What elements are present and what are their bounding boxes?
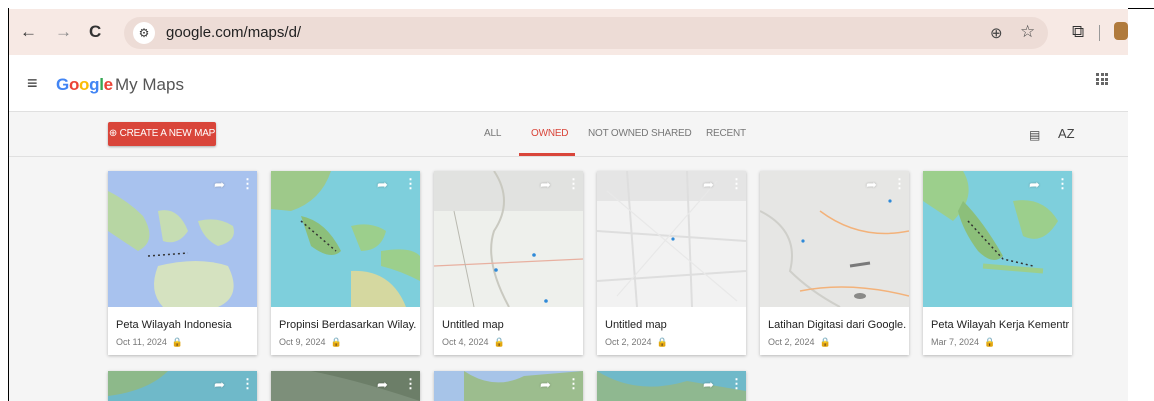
map-thumbnail [271,371,420,401]
map-card[interactable]: ➦ ⋮ [434,371,583,401]
more-options-icon[interactable]: ⋮ [567,176,580,192]
extensions-icon[interactable]: ⧉ [1072,22,1084,42]
site-info-icon[interactable]: ⚙ [133,22,155,44]
tab-all[interactable]: ALL [484,128,501,139]
map-card[interactable]: ➦ ⋮ Peta Wilayah Indonesia Oct 11, 2024 🔒 [108,171,257,355]
share-icon[interactable]: ➦ [377,177,388,193]
zoom-icon[interactable]: ⊕ [990,24,1003,42]
menu-icon[interactable]: ≡ [27,73,38,94]
lock-icon: 🔒 [330,337,342,347]
maps-toolbar: ⊕ CREATE A NEW MAP ALL OWNED NOT OWNED S… [9,112,1128,157]
create-new-map-button[interactable]: ⊕ CREATE A NEW MAP [108,122,216,146]
map-title[interactable]: Peta Wilayah Indonesia [116,319,254,331]
tab-recent[interactable]: RECENT [706,128,746,139]
share-icon[interactable]: ➦ [703,377,714,393]
map-title[interactable]: Untitled map [442,319,580,331]
map-title[interactable]: Peta Wilayah Kerja Kementr... [931,319,1069,331]
tab-owned[interactable]: OWNED [531,128,569,139]
more-options-icon[interactable]: ⋮ [730,376,743,392]
map-thumbnail [923,171,1072,307]
more-options-icon[interactable]: ⋮ [567,376,580,392]
map-title[interactable]: Latihan Digitasi dari Google... [768,319,906,331]
star-icon[interactable]: ☆ [1020,22,1035,42]
share-icon[interactable]: ➦ [214,177,225,193]
lock-icon: 🔒 [819,337,831,347]
map-thumbnail [597,371,746,401]
logo-letter: g [89,75,100,94]
map-card[interactable]: ➦ ⋮ [271,371,420,401]
back-icon[interactable]: ← [20,22,37,42]
logo-letter: o [79,75,90,94]
share-icon[interactable]: ➦ [540,177,551,193]
map-card[interactable]: ➦ ⋮ Untitled map Oct 4, 2024 🔒 [434,171,583,355]
apps-grid-icon[interactable] [1096,73,1108,85]
map-card[interactable]: ➦ ⋮ Propinsi Berdasarkan Wilay... Oct 9,… [271,171,420,355]
share-icon[interactable]: ➦ [540,377,551,393]
map-card[interactable]: ➦ ⋮ Peta Wilayah Kerja Kementr... Mar 7,… [923,171,1072,355]
forward-icon[interactable]: → [55,22,72,42]
address-bar[interactable]: ⚙ google.com/maps/d/ ⊕ ☆ [124,17,1048,49]
list-view-icon[interactable]: ▤ [1029,128,1040,142]
map-date: Oct 2, 2024 🔒 [768,337,831,347]
map-thumbnail [271,171,420,307]
tab-not-owned[interactable]: NOT OWNED [588,128,648,139]
more-options-icon[interactable]: ⋮ [241,376,254,392]
map-card[interactable]: ➦ ⋮ [597,371,746,401]
tab-shared[interactable]: SHARED [651,128,692,139]
frame-border [1128,8,1154,9]
maps-grid: ➦ ⋮ Peta Wilayah Indonesia Oct 11, 2024 🔒… [9,157,1128,401]
sort-az-icon[interactable]: AZ [1058,126,1075,141]
map-thumbnail [434,171,583,307]
map-card[interactable]: ➦ ⋮ Untitled map Oct 2, 2024 🔒 [597,171,746,355]
logo-letter: G [56,75,69,94]
map-date: Oct 4, 2024 🔒 [442,337,505,347]
add-map-icon: ⊕ [108,128,118,139]
map-title[interactable]: Untitled map [605,319,743,331]
lock-icon: 🔒 [493,337,505,347]
more-options-icon[interactable]: ⋮ [404,176,417,192]
active-tab-indicator [519,153,575,156]
map-thumbnail [434,371,583,401]
reload-icon[interactable]: C [89,22,101,42]
google-logo[interactable]: Google [56,75,113,95]
map-thumbnail [760,171,909,307]
create-button-label: CREATE A NEW MAP [119,128,216,139]
map-date: Mar 7, 2024 🔒 [931,337,996,347]
url-text[interactable]: google.com/maps/d/ [166,24,301,41]
share-icon[interactable]: ➦ [866,177,877,193]
logo-letter: o [68,75,80,94]
lock-icon: 🔒 [171,337,184,347]
more-options-icon[interactable]: ⋮ [1056,176,1069,192]
map-card[interactable]: ➦ ⋮ [108,371,257,401]
map-thumbnail [597,171,746,307]
more-options-icon[interactable]: ⋮ [730,176,743,192]
toolbar-divider [1099,25,1100,41]
lock-icon: 🔒 [656,337,668,347]
map-thumbnail [108,171,257,307]
share-icon[interactable]: ➦ [214,377,225,393]
lock-icon: 🔒 [984,337,996,347]
map-thumbnail [108,371,257,401]
more-options-icon[interactable]: ⋮ [893,176,906,192]
map-date: Oct 2, 2024 🔒 [605,337,668,347]
share-icon[interactable]: ➦ [1029,177,1040,193]
browser-toolbar: ← → C ⚙ google.com/maps/d/ ⊕ ☆ ⧉ [9,9,1128,55]
map-date: Oct 11, 2024 🔒 [116,337,184,347]
product-name: My Maps [115,75,184,94]
more-options-icon[interactable]: ⋮ [404,376,417,392]
share-icon[interactable]: ➦ [377,377,388,393]
map-card[interactable]: ➦ ⋮ Latihan Digitasi dari Google... Oct … [760,171,909,355]
share-icon[interactable]: ➦ [703,177,714,193]
map-title[interactable]: Propinsi Berdasarkan Wilay... [279,319,417,331]
logo-letter: e [103,75,113,94]
app-header: ≡ Google My Maps [9,55,1128,112]
map-date: Oct 9, 2024 🔒 [279,337,342,347]
profile-avatar[interactable] [1114,22,1128,40]
more-options-icon[interactable]: ⋮ [241,176,254,192]
screenshot-frame: ← → C ⚙ google.com/maps/d/ ⊕ ☆ ⧉ ≡ Googl… [0,0,1154,401]
